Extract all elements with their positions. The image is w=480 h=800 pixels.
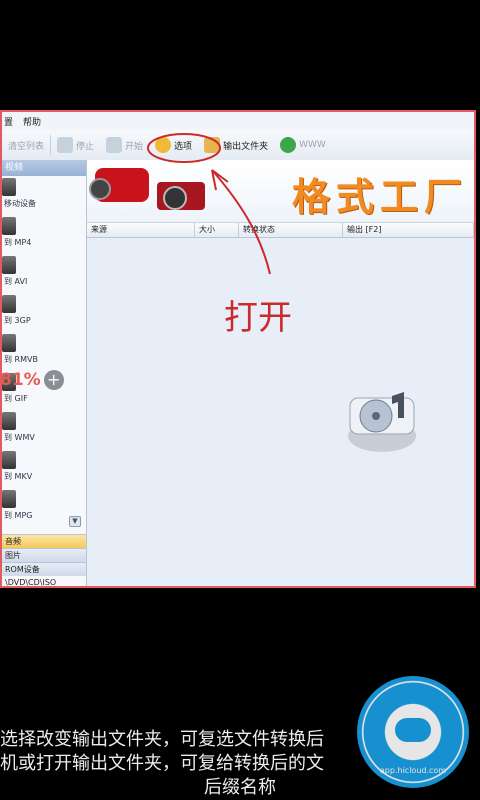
sidebar-item-label: 到 RMVB xyxy=(4,355,38,364)
plus-icon[interactable]: + xyxy=(43,370,64,390)
column-source[interactable]: 来源 xyxy=(87,223,195,237)
film-icon xyxy=(2,256,16,274)
sidebar-item-rmvb[interactable]: 到 RMVB xyxy=(2,332,86,371)
globe-icon xyxy=(280,137,297,153)
sidebar-item-mobile[interactable]: 移动设备 xyxy=(2,176,86,215)
chevron-down-icon[interactable]: ▼ xyxy=(69,516,81,527)
menu-bar: 置 帮助 xyxy=(2,112,474,131)
gear-icon xyxy=(155,137,172,153)
sidebar-item-label: 到 WMV xyxy=(4,433,35,442)
progress-overlay: 81% + xyxy=(0,370,64,390)
sidebar-item-label: 到 AVI xyxy=(4,277,28,286)
start-button[interactable]: 开始 xyxy=(100,130,149,160)
film-icon xyxy=(2,295,16,313)
stop-icon xyxy=(57,137,74,153)
sidebar-item-label: 到 MPG xyxy=(4,511,33,520)
column-status[interactable]: 转换状态 xyxy=(239,223,343,237)
column-size[interactable]: 大小 xyxy=(195,223,239,237)
watermark-badge: app.hicloud.com xyxy=(357,676,469,788)
file-list-header: 来源 大小 转换状态 输出 [F2] xyxy=(87,223,474,238)
sidebar-item-mkv[interactable]: 到 MKV xyxy=(2,449,86,488)
folder-icon xyxy=(204,137,221,153)
film-icon xyxy=(2,217,16,235)
cloud-icon xyxy=(395,718,431,742)
sidebar-item-wmv[interactable]: 到 WMV xyxy=(2,410,86,449)
stop-label: 停止 xyxy=(76,141,95,152)
options-button[interactable]: 选项 xyxy=(149,130,198,160)
output-folder-button[interactable]: 输出文件夹 xyxy=(198,130,274,160)
device-icon xyxy=(2,178,16,196)
column-output[interactable]: 输出 [F2] xyxy=(343,223,474,237)
format-factory-logo xyxy=(348,392,416,452)
sidebar-item-label: 到 MKV xyxy=(4,472,33,481)
sidebar-item-avi[interactable]: 到 AVI xyxy=(2,254,86,293)
progress-percent: 81% xyxy=(0,370,41,390)
clear-list-button[interactable]: 清空列表 xyxy=(2,130,50,160)
sidebar-item-label: 到 3GP xyxy=(4,316,31,325)
sidebar-item-mp4[interactable]: 到 MP4 xyxy=(2,215,86,254)
start-icon xyxy=(106,137,123,153)
sidebar-category-audio[interactable]: 音频 xyxy=(2,534,86,548)
sidebar-category-image[interactable]: 图片 xyxy=(2,548,86,562)
annotation-text: 打开 xyxy=(224,298,292,338)
menu-item-help[interactable]: 帮助 xyxy=(23,115,41,128)
banner: 格式工厂 xyxy=(87,160,474,223)
film-icon xyxy=(2,490,16,508)
film-icon xyxy=(2,412,16,430)
screenshot-window: 置 帮助 清空列表 停止 开始 选项 输出文件夹 WWW 视频 移动设备 到 M… xyxy=(0,110,476,588)
sidebar-category-rom[interactable]: ROM设备\DVD\CD\ISO xyxy=(2,562,86,586)
sidebar-header-video[interactable]: 视频 xyxy=(2,160,86,176)
main-panel: 格式工厂 来源 大小 转换状态 输出 [F2] xyxy=(87,160,474,586)
sidebar-item-label: 到 MP4 xyxy=(4,238,32,247)
camera-icon xyxy=(157,182,205,210)
brand-title: 格式工厂 xyxy=(291,174,468,219)
sidebar-item-label: 移动设备 xyxy=(4,199,36,208)
toolbar: 清空列表 停止 开始 选项 输出文件夹 WWW xyxy=(2,130,474,161)
sidebar-item-3gp[interactable]: 到 3GP xyxy=(2,293,86,332)
watermark-text: app.hicloud.com xyxy=(379,766,447,775)
film-icon xyxy=(2,334,16,352)
clear-list-label: 清空列表 xyxy=(8,141,45,152)
website-button[interactable]: WWW xyxy=(274,130,332,160)
options-label: 选项 xyxy=(174,141,193,152)
film-icon xyxy=(2,451,16,469)
sidebar-format-list: 移动设备 到 MP4 到 AVI 到 3GP 到 RMVB 到 GIF 到 WM… xyxy=(2,176,86,536)
output-folder-label: 输出文件夹 xyxy=(223,141,269,152)
sidebar-item-label: 到 GIF xyxy=(4,394,28,403)
menu-item-settings[interactable]: 置 xyxy=(4,115,13,128)
camcorder-icon xyxy=(89,168,149,202)
stop-button[interactable]: 停止 xyxy=(51,130,100,160)
start-label: 开始 xyxy=(125,141,144,152)
website-label: WWW xyxy=(299,140,326,150)
